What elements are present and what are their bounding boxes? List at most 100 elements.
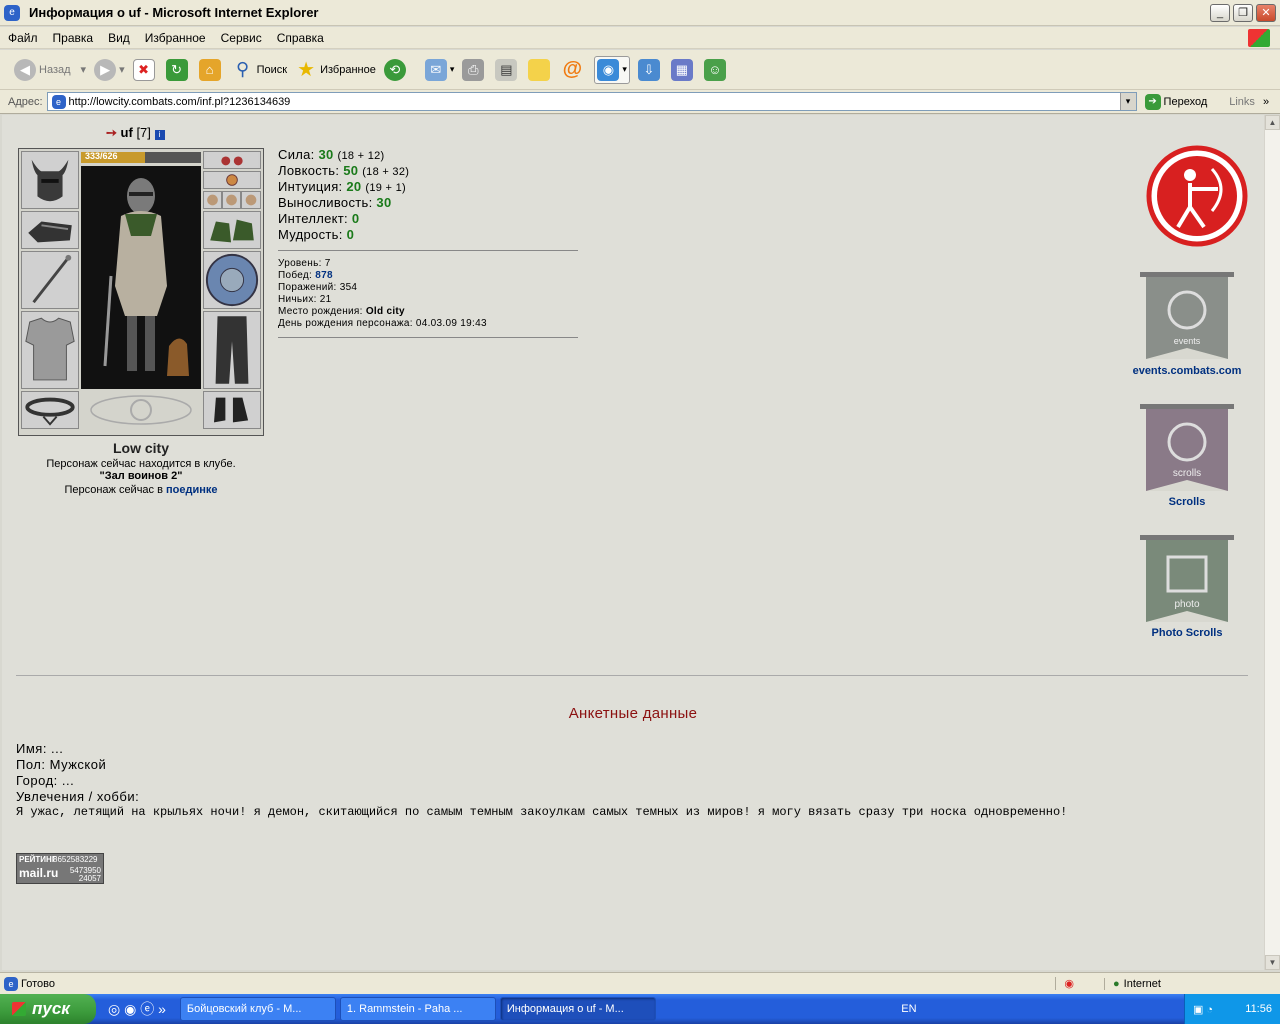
photo-scrolls-banner[interactable]: photo <box>1136 533 1238 629</box>
profile-hobby-text: Я ужас, летящий на крыльях ночи! я демон… <box>16 805 1068 819</box>
menu-help[interactable]: Справка <box>277 31 324 45</box>
gloves-icon <box>204 212 260 248</box>
notes-button[interactable] <box>528 58 553 81</box>
ring-slot-3[interactable] <box>241 191 261 209</box>
links-chevron-icon[interactable]: » <box>1263 96 1269 108</box>
fight-link[interactable]: поединке <box>166 484 218 496</box>
edit-button[interactable]: ▤ <box>495 58 520 81</box>
mail-icon: ✉ <box>424 58 447 81</box>
photo-scrolls-link[interactable]: Photo Scrolls <box>1122 627 1252 639</box>
boots-slot[interactable] <box>203 391 261 429</box>
photo-banner-text: photo <box>1174 599 1199 610</box>
messenger-button[interactable]: ◉ ▾ <box>594 55 630 84</box>
start-button[interactable]: пуск <box>0 994 96 1024</box>
ie-icon: e <box>4 4 20 21</box>
address-label: Адрес: <box>8 95 43 108</box>
events-banner-icon: events <box>1140 272 1234 359</box>
maximize-button[interactable]: ❐ <box>1233 3 1253 22</box>
minimize-button[interactable]: _ <box>1210 3 1230 22</box>
weapon-slot[interactable] <box>21 251 79 309</box>
ring-slot-2[interactable] <box>222 191 241 209</box>
history-button[interactable]: ⟲ <box>383 58 409 81</box>
stat-row: Интеллект: 0 <box>278 211 359 226</box>
stat-label: Ловкость: <box>278 163 340 178</box>
gloves-slot[interactable] <box>203 211 261 249</box>
task-info-uf[interactable]: Информация о uf - M... <box>499 997 656 1021</box>
mailru-button[interactable]: @ <box>561 58 586 81</box>
scrolls-banner[interactable]: scrolls <box>1136 402 1238 498</box>
menu-edit[interactable]: Правка <box>53 31 94 45</box>
go-button[interactable]: ➔ Переход <box>1144 93 1207 110</box>
events-banner[interactable]: events <box>1136 270 1238 366</box>
vertical-scrollbar[interactable]: ▲ ▼ <box>1264 115 1280 970</box>
stat-label: Мудрость: <box>278 227 343 242</box>
stat-value: 20 <box>346 179 362 194</box>
character-name[interactable]: uf <box>121 125 133 140</box>
menu-file[interactable]: Файл <box>8 31 38 45</box>
archer-logo[interactable] <box>1146 145 1248 247</box>
info-icon[interactable]: i <box>154 130 165 140</box>
profile-name: Имя: ... <box>16 741 64 756</box>
forward-button[interactable]: ▶ ▾ <box>94 58 125 81</box>
stat-extra: (19 + 1) <box>365 182 406 194</box>
amulet-slot[interactable] <box>203 171 261 189</box>
info-label: Поражений: <box>278 282 337 293</box>
home-button[interactable]: ⌂ <box>198 58 224 81</box>
stop-button[interactable]: ✖ <box>132 58 158 81</box>
system-tray: ▣ ◔ 11:56 <box>1183 994 1280 1024</box>
scroll-down-icon[interactable]: ▼ <box>1265 955 1280 970</box>
language-indicator[interactable]: EN <box>901 1003 916 1015</box>
menu-view[interactable]: Вид <box>108 31 130 45</box>
stat-value: 30 <box>376 195 392 210</box>
close-button[interactable]: ✕ <box>1256 3 1276 22</box>
earring-slot[interactable] <box>203 151 261 169</box>
back-button[interactable]: ◀ Назад ▾ <box>14 58 86 81</box>
edit-icon: ▤ <box>495 58 518 81</box>
tray-icons[interactable]: ▣ ◔ <box>1193 1003 1213 1016</box>
address-bar: Адрес: e http://lowcity.combats.com/inf.… <box>0 90 1280 114</box>
task-combats[interactable]: Бойцовский клуб - M... <box>179 997 336 1021</box>
taskbar: пуск ◎ ◉ ⓔ » Бойцовский клуб - M... 1. R… <box>0 994 1280 1024</box>
tool-button-3[interactable]: ☺ <box>703 58 729 81</box>
download-icon: ⇩ <box>637 58 660 81</box>
windows-flag-icon <box>12 1002 26 1016</box>
scroll-up-icon[interactable]: ▲ <box>1265 115 1280 130</box>
tool-button-1[interactable]: ⇩ <box>637 58 663 81</box>
stat-label: Сила: <box>278 147 315 162</box>
info-value: 04.03.09 19:43 <box>415 318 487 329</box>
armor-slot[interactable] <box>21 311 79 389</box>
archer-icon <box>1146 145 1248 247</box>
mail-button[interactable]: ✉ ▾ <box>424 58 454 81</box>
search-button[interactable]: ⚲ Поиск <box>232 59 287 81</box>
privacy-icon[interactable]: ◉ <box>1055 977 1104 990</box>
quicklaunch-icons[interactable]: ◎ ◉ ⓔ » <box>108 999 166 1019</box>
shield-slot[interactable] <box>203 251 261 309</box>
favorites-button[interactable]: ★ Избранное <box>295 59 376 81</box>
pants-slot[interactable] <box>203 311 261 389</box>
stat-value: 50 <box>343 163 359 178</box>
tool-button-2[interactable]: ▦ <box>670 58 696 81</box>
refresh-button[interactable]: ↻ <box>165 58 191 81</box>
task-rammstein[interactable]: 1. Rammstein - Paha ... <box>339 997 496 1021</box>
info-value: 878 <box>315 270 333 281</box>
address-input[interactable]: e http://lowcity.combats.com/inf.pl?1236… <box>46 92 1137 111</box>
mailru-counter[interactable]: РЕЙТИНГ 8652583229 mail.ru 5473950 24057 <box>16 853 104 884</box>
club-status: Персонаж сейчас находится в клубе. <box>46 458 236 470</box>
menu-favorites[interactable]: Избранное <box>145 31 206 45</box>
links-button[interactable]: Links <box>1229 96 1255 108</box>
ring-slot-1[interactable] <box>203 191 222 209</box>
ring-icon <box>242 192 260 208</box>
scrolls-link[interactable]: Scrolls <box>1122 496 1252 508</box>
info-value: 21 <box>319 294 332 305</box>
print-button[interactable]: ⎙ <box>462 58 487 81</box>
info-row: Поражений: 354 <box>278 282 357 293</box>
events-link[interactable]: events.combats.com <box>1122 365 1252 377</box>
round-shield-icon <box>204 252 260 308</box>
profile-gender: Пол: Мужской <box>16 757 107 772</box>
menu-tools[interactable]: Сервис <box>221 31 262 45</box>
belt-slot[interactable] <box>21 391 79 429</box>
helmet-slot[interactable] <box>21 151 79 209</box>
hp-bar: 333/626 <box>81 151 201 163</box>
address-dropdown-icon[interactable]: ▾ <box>1119 93 1136 110</box>
bracer-slot[interactable] <box>21 211 79 249</box>
